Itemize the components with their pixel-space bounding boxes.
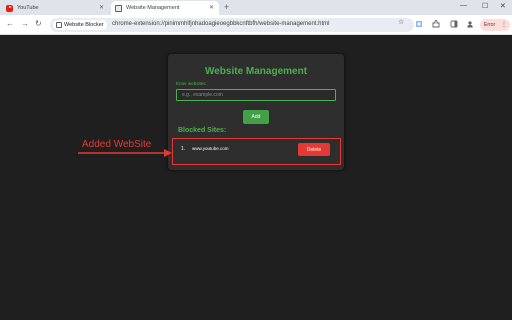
tab-website-management[interactable]: Website Management ✕ bbox=[111, 1, 219, 15]
enter-websites-label: Enter websites: bbox=[176, 81, 207, 86]
tab-youtube[interactable]: YouTube ✕ bbox=[2, 1, 109, 15]
youtube-icon bbox=[6, 4, 13, 12]
arrow-right-icon bbox=[78, 149, 172, 157]
back-button[interactable]: ← bbox=[6, 19, 14, 29]
side-panel-icon[interactable] bbox=[450, 20, 458, 28]
extension-shield-icon[interactable] bbox=[415, 20, 423, 28]
browser-tab-strip: YouTube ✕ Website Management ✕ + — ☐ ✕ bbox=[0, 0, 512, 15]
minimize-button[interactable]: — bbox=[460, 2, 467, 9]
close-tab-icon[interactable]: ✕ bbox=[99, 4, 104, 11]
error-button[interactable]: Error ⋮ bbox=[480, 19, 510, 31]
site-chip-label: Website Blocker bbox=[64, 22, 104, 28]
address-bar[interactable]: Website Blocker chrome-extension://pinim… bbox=[50, 18, 414, 32]
error-button-label: Error bbox=[484, 22, 496, 28]
extension-icon bbox=[56, 22, 62, 28]
blocked-sites-heading: Blocked Sites: bbox=[178, 127, 227, 134]
extension-page-icon bbox=[115, 4, 122, 12]
browser-toolbar: ← → ↻ Website Blocker chrome-extension:/… bbox=[0, 15, 512, 35]
url-text[interactable]: chrome-extension://pinimmhlfjnhadoagieoe… bbox=[112, 21, 329, 27]
extensions-puzzle-icon[interactable] bbox=[432, 20, 440, 28]
tab-title: Website Management bbox=[126, 5, 180, 11]
add-button[interactable]: Add bbox=[243, 110, 269, 124]
tab-title: YouTube bbox=[17, 5, 39, 11]
reload-button[interactable]: ↻ bbox=[35, 19, 42, 29]
more-menu-icon[interactable]: ⋮ bbox=[501, 19, 507, 31]
new-tab-button[interactable]: + bbox=[224, 3, 229, 12]
profile-avatar-icon[interactable] bbox=[466, 20, 474, 28]
site-info-chip[interactable]: Website Blocker bbox=[53, 20, 107, 30]
bookmark-star-icon[interactable]: ☆ bbox=[398, 18, 404, 26]
forward-button[interactable]: → bbox=[21, 19, 29, 29]
close-tab-icon[interactable]: ✕ bbox=[209, 4, 214, 11]
highlight-box bbox=[172, 138, 341, 165]
page-content: Website Management Enter websites: Add B… bbox=[0, 36, 512, 320]
maximize-button[interactable]: ☐ bbox=[482, 2, 488, 10]
page-title: Website Management bbox=[204, 66, 308, 77]
close-window-button[interactable]: ✕ bbox=[500, 2, 506, 10]
website-input[interactable] bbox=[176, 89, 336, 101]
